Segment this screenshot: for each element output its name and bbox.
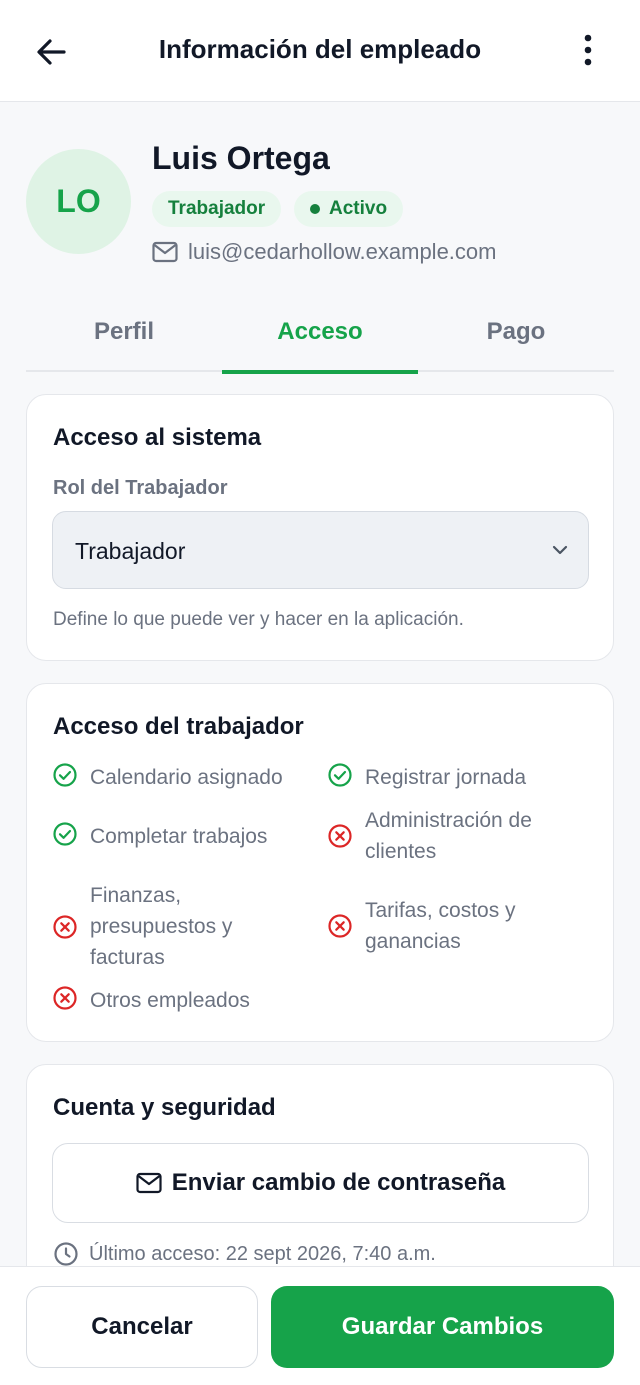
system-access-card: Acceso al sistema Rol del Trabajador Tra… <box>26 394 614 661</box>
cancel-button[interactable]: Cancelar <box>26 1286 258 1368</box>
employee-email: luis@cedarhollow.example.com <box>188 239 497 264</box>
permission-label: Calendario asignado <box>90 766 283 789</box>
status-badge: Activo <box>294 191 404 227</box>
permission-item: Registrar jornada <box>327 762 587 793</box>
x-circle-icon <box>53 986 77 1010</box>
status-dot-icon <box>310 204 320 214</box>
save-changes-button[interactable]: Guardar Cambios <box>271 1286 614 1368</box>
tab-acceso[interactable]: Acceso <box>222 302 418 374</box>
permission-item: Calendario asignado <box>52 762 302 793</box>
mail-icon <box>152 241 178 263</box>
permission-item: Otros empleados <box>52 985 312 1016</box>
send-password-reset-button[interactable]: Enviar cambio de contraseña <box>52 1143 589 1223</box>
chevron-down-icon <box>552 545 568 555</box>
permission-label: Registrar jornada <box>365 766 527 789</box>
permission-item: Finanzas, presupuestos y facturas <box>52 880 272 973</box>
check-circle-icon <box>53 763 77 787</box>
permission-label: Tarifas, costos y ganancias <box>365 899 516 953</box>
role-badge: Trabajador <box>152 191 282 227</box>
page-title: Información del empleado <box>158 34 482 64</box>
security-title: Cuenta y seguridad <box>53 1094 276 1121</box>
permission-item: Tarifas, costos y ganancias <box>327 895 527 957</box>
x-circle-icon <box>328 914 352 938</box>
email-row: luis@cedarhollow.example.com <box>152 239 496 265</box>
cancel-button-label: Cancelar <box>91 1313 193 1340</box>
tab-perfil[interactable]: Perfil <box>26 302 222 372</box>
role-select[interactable]: Trabajador <box>52 511 589 589</box>
role-badge-label: Trabajador <box>168 198 266 219</box>
clock-icon <box>54 1242 78 1266</box>
permission-label: Administración de clientes <box>365 809 532 863</box>
mail-icon <box>136 1172 162 1194</box>
more-options-button[interactable] <box>572 32 604 72</box>
last-login: Último acceso: 22 sept 2026, 7:40 a.m. <box>53 1241 436 1267</box>
worker-access-title: Acceso del trabajador <box>53 713 304 740</box>
role-select-value: Trabajador <box>75 538 186 564</box>
x-circle-icon <box>328 824 352 848</box>
permission-item: Administración de clientes <box>327 805 567 867</box>
check-circle-icon <box>53 822 77 846</box>
check-circle-icon <box>328 763 352 787</box>
permission-item: Completar trabajos <box>52 821 302 852</box>
avatar-initials: LO <box>56 183 101 219</box>
role-helper-text: Define lo que puede ver y hacer en la ap… <box>53 609 464 630</box>
permission-label: Finanzas, presupuestos y facturas <box>90 884 233 969</box>
avatar: LO <box>26 149 131 254</box>
permission-label: Otros empleados <box>90 989 250 1012</box>
app-bar: Información del empleado <box>0 0 640 102</box>
last-login-text: Último acceso: 22 sept 2026, 7:40 a.m. <box>89 1242 436 1265</box>
employee-name: Luis Ortega <box>152 140 330 176</box>
tab-bar: Perfil Acceso Pago <box>26 302 614 374</box>
system-access-title: Acceso al sistema <box>53 424 262 451</box>
send-password-reset-label: Enviar cambio de contraseña <box>171 1169 506 1196</box>
permission-label: Completar trabajos <box>90 825 268 848</box>
tab-pago[interactable]: Pago <box>418 302 614 372</box>
role-field-label: Rol del Trabajador <box>53 477 228 499</box>
status-badge-label: Activo <box>329 198 388 219</box>
x-circle-icon <box>53 914 77 939</box>
worker-access-card: Acceso del trabajador Calendario asignad… <box>26 683 614 1042</box>
footer-action-bar: Cancelar Guardar Cambios <box>0 1266 640 1385</box>
save-changes-label: Guardar Cambios <box>341 1313 544 1340</box>
more-vertical-icon <box>584 34 592 66</box>
